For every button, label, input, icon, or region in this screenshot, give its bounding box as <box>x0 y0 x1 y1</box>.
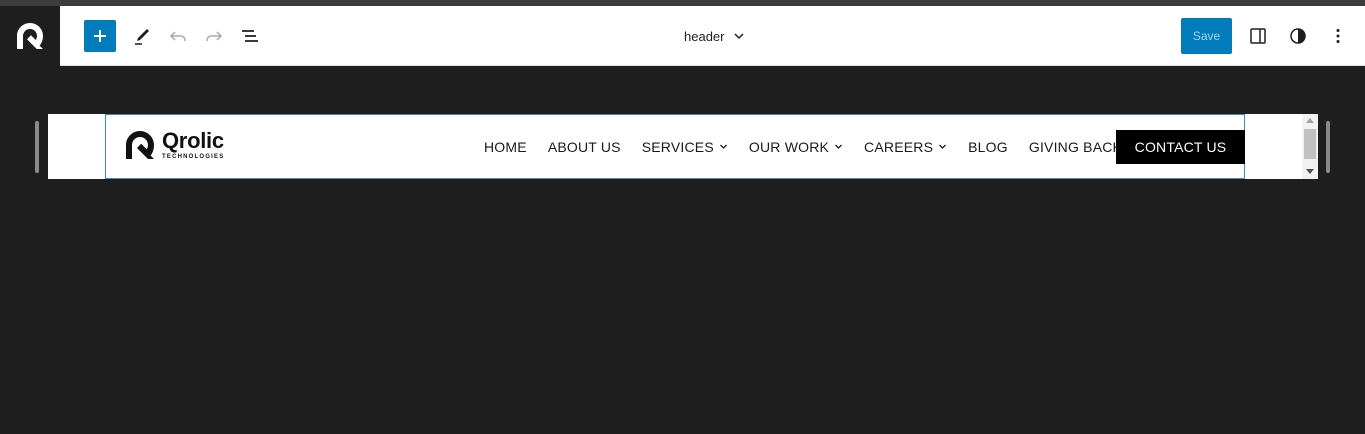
scroll-down-arrow-icon[interactable] <box>1306 169 1314 174</box>
nav-item-label: SERVICES <box>641 138 714 155</box>
header-template-part[interactable]: Qrolic TECHNOLOGIES HOME ABOUT US SERVIC… <box>105 114 1245 179</box>
nav-item-blog[interactable]: BLOG <box>968 139 1008 155</box>
chevron-down-icon <box>719 144 727 149</box>
scrollbar-thumb[interactable] <box>1304 129 1316 159</box>
canvas-scrollbar[interactable] <box>1302 114 1318 179</box>
add-block-button[interactable] <box>84 20 116 52</box>
nav-item-our-work[interactable]: OUR WORK <box>749 139 843 155</box>
half-circle-contrast-icon <box>1290 28 1306 44</box>
redo-icon <box>206 31 223 41</box>
chevron-down-icon <box>939 144 947 149</box>
list-view-button[interactable] <box>234 18 266 54</box>
nav-item-label: ABOUT US <box>547 138 621 155</box>
contact-us-button[interactable]: CONTACT US <box>1116 130 1245 164</box>
nav-item-about-us[interactable]: ABOUT US <box>548 139 621 155</box>
scroll-up-arrow-icon[interactable] <box>1306 118 1314 123</box>
undo-button[interactable] <box>162 18 194 54</box>
save-button[interactable]: Save <box>1181 18 1232 54</box>
editor-canvas: Qrolic TECHNOLOGIES HOME ABOUT US SERVIC… <box>48 114 1318 179</box>
site-logo-icon[interactable] <box>0 6 60 66</box>
nav-item-label: HOME <box>484 138 527 155</box>
main-navigation: HOME ABOUT US SERVICES OUR WORK CAREERS … <box>484 115 1143 178</box>
nav-item-label: BLOG <box>968 138 1008 155</box>
document-title-dropdown[interactable]: header <box>684 18 746 54</box>
document-title: header <box>684 28 725 44</box>
sidebar-toggle-icon <box>1250 28 1266 44</box>
nav-item-label: GIVING BACK <box>1028 138 1123 155</box>
nav-item-giving-back[interactable]: GIVING BACK <box>1029 139 1122 155</box>
nav-item-services[interactable]: SERVICES <box>642 139 728 155</box>
pencil-icon <box>135 29 149 45</box>
right-resize-handle[interactable] <box>1326 121 1330 173</box>
chevron-down-icon <box>835 144 843 149</box>
styles-button[interactable] <box>1282 18 1314 54</box>
chevron-down-icon <box>734 33 745 40</box>
logo-subtitle: TECHNOLOGIES <box>162 154 225 160</box>
redo-button[interactable] <box>198 18 230 54</box>
site-logo[interactable]: Qrolic TECHNOLOGIES <box>124 129 224 161</box>
editor-toolbar: header Save <box>60 6 1365 66</box>
left-resize-handle[interactable] <box>35 121 39 173</box>
edit-mode-button[interactable] <box>126 18 158 54</box>
undo-icon <box>169 31 186 41</box>
qrolic-logo-icon <box>126 131 154 159</box>
nav-item-home[interactable]: HOME <box>484 139 527 155</box>
nav-item-careers[interactable]: CAREERS <box>864 139 947 155</box>
vertical-ellipsis-icon <box>1336 29 1340 43</box>
options-button[interactable] <box>1322 18 1354 54</box>
nav-item-label: CAREERS <box>864 138 934 155</box>
logo-name: Qrolic <box>162 128 224 153</box>
settings-toggle-button[interactable] <box>1242 18 1274 54</box>
nav-item-label: OUR WORK <box>748 138 830 155</box>
plus-icon <box>94 30 106 42</box>
list-view-icon <box>242 30 258 42</box>
